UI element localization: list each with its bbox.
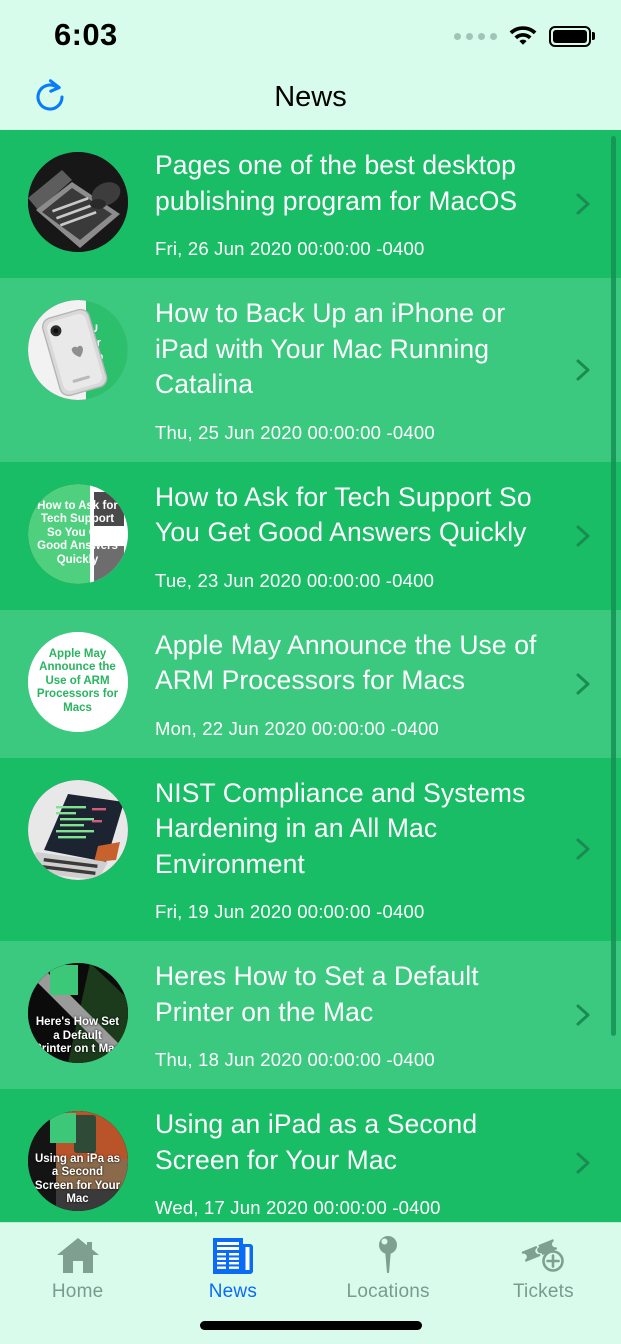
article-text: Heres How to Set a Default Printer on th…	[155, 959, 621, 1071]
tab-label: News	[208, 1281, 258, 1302]
ticket-plus-icon	[518, 1233, 568, 1277]
article-title: Using an iPad as a Second Screen for You…	[155, 1109, 478, 1175]
article-title: Heres How to Set a Default Printer on th…	[155, 961, 479, 1027]
article-date: Fri, 26 Jun 2020 00:00:00 -0400	[155, 238, 425, 259]
article-thumbnail: UorYoR	[27, 300, 128, 400]
thumbnail-container: How to Ask for Tech Support So You Get G…	[0, 480, 155, 584]
page-title: News	[274, 80, 347, 113]
article-thumbnail: How to Ask for Tech Support So You Get G…	[27, 483, 128, 584]
article-thumbnail: Using an iPa as a Second Screen for Your…	[27, 1111, 128, 1211]
tab-news[interactable]: News	[155, 1233, 310, 1303]
navigation-bar: News	[0, 64, 621, 130]
thumbnail-caption: Apple May Announce the Use of ARM Proces…	[27, 631, 128, 732]
article-text: Using an iPad as a Second Screen for You…	[155, 1107, 621, 1219]
list-item[interactable]: Using an iPa as a Second Screen for Your…	[0, 1089, 621, 1222]
thumbnail-container	[0, 776, 155, 880]
list-item[interactable]: UorYoR How to Back Up an iPho	[0, 278, 621, 462]
tab-label: Home	[51, 1281, 104, 1302]
article-text: Pages one of the best desktop publishing…	[155, 148, 621, 260]
tab-bar: Home News Locations Tickets	[0, 1222, 621, 1344]
thumbnail-container	[0, 148, 155, 252]
article-thumbnail: Here's How Set a Default Printer on t Ma…	[27, 963, 128, 1063]
refresh-icon[interactable]	[24, 71, 76, 123]
battery-full-icon	[549, 25, 591, 47]
chevron-right-icon	[569, 1149, 597, 1177]
article-title: How to Ask for Tech Support So You Get G…	[155, 481, 532, 548]
wifi-icon	[508, 23, 538, 50]
list-item[interactable]: Pages one of the best desktop publishing…	[0, 130, 621, 278]
status-bar: 6:03	[0, 0, 621, 64]
chevron-right-icon	[569, 1001, 597, 1029]
chevron-right-icon	[569, 522, 597, 550]
thumbnail-caption: Here's How Set a Default Printer on t Ma…	[34, 1016, 121, 1056]
article-title: Pages one of the best desktop publishing…	[155, 150, 518, 216]
tab-locations[interactable]: Locations	[311, 1233, 466, 1303]
chevron-right-icon	[569, 356, 597, 384]
tab-label: Tickets	[512, 1281, 574, 1302]
app-screen: 6:03 News Pages one of the best desktop …	[0, 0, 621, 1344]
tab-label: Locations	[346, 1281, 430, 1302]
tab-tickets[interactable]: Tickets	[466, 1233, 621, 1303]
article-date: Thu, 25 Jun 2020 00:00:00 -0400	[155, 421, 435, 443]
home-indicator	[199, 1321, 422, 1330]
chevron-right-icon	[569, 670, 597, 698]
article-text: How to Back Up an iPhone or iPad with Yo…	[155, 296, 621, 444]
article-date: Mon, 22 Jun 2020 00:00:00 -0400	[155, 717, 439, 739]
home-icon	[55, 1233, 101, 1277]
article-thumbnail	[27, 779, 128, 880]
article-title: NIST Compliance and Systems Hardening in…	[155, 777, 526, 879]
article-date: Thu, 18 Jun 2020 00:00:00 -0400	[155, 1049, 435, 1070]
thumbnail-container: Apple May Announce the Use of ARM Proces…	[0, 628, 155, 732]
status-indicators	[454, 15, 591, 50]
thumbnail-container: UorYoR	[0, 296, 155, 400]
signal-dots-icon	[454, 32, 497, 40]
article-thumbnail: Apple May Announce the Use of ARM Proces…	[27, 631, 128, 732]
list-item[interactable]: NIST Compliance and Systems Hardening in…	[0, 757, 621, 941]
article-title: Apple May Announce the Use of ARM Proces…	[155, 629, 537, 696]
chevron-right-icon	[569, 835, 597, 863]
map-pin-icon	[373, 1233, 403, 1277]
article-thumbnail	[27, 152, 128, 252]
article-date: Wed, 17 Jun 2020 00:00:00 -0400	[155, 1197, 441, 1218]
article-date: Tue, 23 Jun 2020 00:00:00 -0400	[155, 569, 435, 591]
article-date: Fri, 19 Jun 2020 00:00:00 -0400	[155, 901, 425, 922]
list-item[interactable]: How to Ask for Tech Support So You Get G…	[0, 461, 621, 610]
article-text: How to Ask for Tech Support So You Get G…	[155, 480, 621, 592]
thumbnail-caption: How to Ask for Tech Support So You Get G…	[37, 499, 118, 566]
newspaper-icon	[210, 1233, 256, 1277]
thumbnail-container: Using an iPa as a Second Screen for Your…	[0, 1107, 155, 1211]
news-list[interactable]: Pages one of the best desktop publishing…	[0, 130, 621, 1222]
status-time: 6:03	[54, 17, 118, 52]
list-item[interactable]: Apple May Announce the Use of ARM Proces…	[0, 609, 621, 758]
tab-home[interactable]: Home	[0, 1233, 155, 1303]
thumbnail-container: Here's How Set a Default Printer on t Ma…	[0, 959, 155, 1063]
article-text: Apple May Announce the Use of ARM Proces…	[155, 628, 621, 740]
article-title: How to Back Up an iPhone or iPad with Yo…	[155, 298, 506, 399]
list-item[interactable]: Here's How Set a Default Printer on t Ma…	[0, 941, 621, 1089]
thumbnail-caption: Using an iPa as a Second Screen for Your…	[34, 1152, 121, 1206]
article-text: NIST Compliance and Systems Hardening in…	[155, 776, 621, 924]
chevron-right-icon	[569, 190, 597, 218]
